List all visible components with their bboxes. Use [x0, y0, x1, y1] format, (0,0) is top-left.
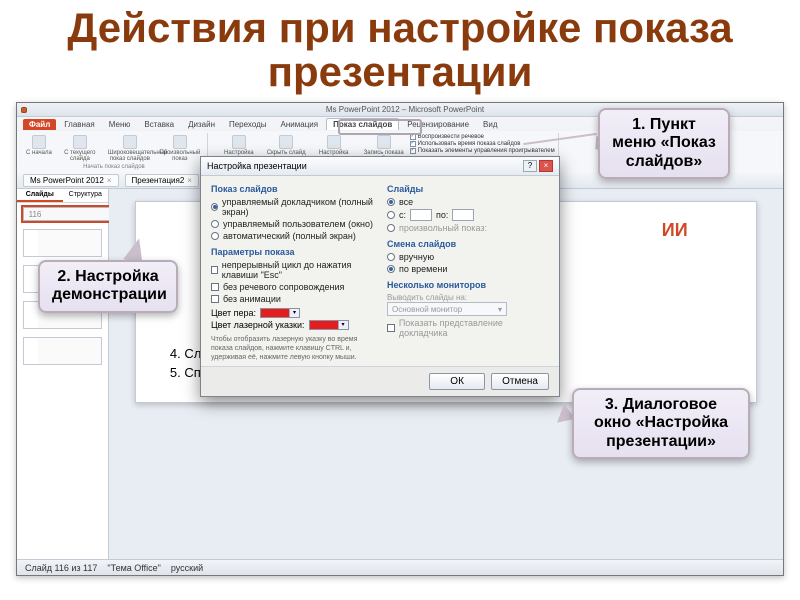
chevron-down-icon: ▾ [289, 309, 299, 317]
btn-from-beginning[interactable]: С начала [24, 134, 54, 164]
radio-all-slides[interactable]: все [387, 197, 549, 207]
tab-insert[interactable]: Вставка [138, 119, 180, 130]
slide-thumbnail[interactable] [23, 229, 102, 257]
btn-custom-show[interactable]: Произвольный показ [156, 134, 204, 164]
tab-menu[interactable]: Меню [103, 119, 137, 130]
chk-loop[interactable]: непрерывный цикл до нажатия клавиши "Esc… [211, 260, 373, 280]
close-icon[interactable]: × [107, 176, 112, 185]
group-start-label: Начать показ слайдов [83, 164, 145, 170]
titlebar-text: Ms PowerPoint 2012 – Microsoft PowerPoin… [326, 105, 484, 114]
radio-auto-full[interactable]: автоматический (полный экран) [211, 231, 373, 241]
tab-animation[interactable]: Анимация [275, 119, 325, 130]
chevron-down-icon: ▾ [338, 321, 348, 329]
chk-controls[interactable]: Показать элементы управления проигрывате… [410, 148, 555, 154]
group-show-options: Параметры показа [211, 247, 373, 257]
chk-presenter-view: Показать представление докладчика [387, 318, 549, 338]
chevron-down-icon: ▾ [498, 305, 502, 314]
tab-design[interactable]: Дизайн [182, 119, 221, 130]
tab-home[interactable]: Главная [58, 119, 100, 130]
broadcast-icon [123, 135, 137, 149]
group-advance: Смена слайдов [387, 239, 549, 249]
play-current-icon [73, 135, 87, 149]
play-icon [32, 135, 46, 149]
dialog-titlebar[interactable]: Настройка презентации ? × [201, 157, 559, 176]
close-icon[interactable]: × [539, 160, 553, 172]
dialog-title: Настройка презентации [207, 161, 307, 171]
pen-color-picker[interactable]: ▾ [260, 308, 300, 318]
doc-tab-2[interactable]: Презентация2× [125, 174, 199, 187]
radio-advance-timed[interactable]: по времени [387, 264, 549, 274]
record-icon [377, 135, 391, 149]
tab-view[interactable]: Вид [477, 119, 503, 130]
radio-range-slides[interactable]: с: по: [387, 209, 549, 221]
fineprint: Чтобы отобразить лазерную указку во врем… [211, 336, 373, 362]
group-show-type: Показ слайдов [211, 184, 373, 194]
radio-presenter-full[interactable]: управляемый докладчиком (полный экран) [211, 197, 373, 217]
timer-icon [327, 135, 341, 149]
side-tab-slides[interactable]: Слайды [17, 189, 63, 202]
status-slide-count: Слайд 116 из 117 [25, 563, 97, 573]
callout-3: 3. Диалоговое окно «Настройка презентаци… [572, 388, 750, 459]
highlight-slideshow-tab [338, 119, 422, 135]
status-bar: Слайд 116 из 117 "Тема Office" русский [17, 559, 783, 575]
laser-color-picker[interactable]: ▾ [309, 320, 349, 330]
status-language: русский [171, 563, 203, 573]
radio-user-window[interactable]: управляемый пользователем (окно) [211, 219, 373, 229]
doc-tab-1[interactable]: Ms PowerPoint 2012× [23, 174, 119, 187]
cancel-button[interactable]: Отмена [491, 373, 549, 390]
status-theme: "Тема Office" [107, 563, 160, 573]
spin-to[interactable] [452, 209, 474, 221]
slide-thumbnail[interactable] [23, 337, 102, 365]
btn-from-current[interactable]: С текущего слайда [56, 134, 104, 164]
label-laser-color: Цвет лазерной указки: [211, 320, 305, 330]
chk-narration[interactable]: Воспроизвести речевое [410, 134, 555, 140]
btn-broadcast[interactable]: Широковещательный показ слайдов [106, 134, 154, 164]
side-tab-outline[interactable]: Структура [63, 189, 109, 202]
tab-transitions[interactable]: Переходы [223, 119, 273, 130]
label-show-on: Выводить слайды на: [387, 293, 549, 302]
slide-panel: Слайды Структура 116 [17, 189, 109, 559]
label-pen-color: Цвет пера: [211, 308, 256, 318]
setup-dialog: Настройка презентации ? × Показ слайдов … [200, 156, 560, 397]
callout-2: 2. Настройка демонстрации [38, 260, 178, 313]
spin-from[interactable] [410, 209, 432, 221]
help-icon[interactable]: ? [523, 160, 537, 172]
chk-no-animation[interactable]: без анимации [211, 294, 373, 304]
setup-icon [232, 135, 246, 149]
page-title: Действия при настройке показа презентаци… [0, 0, 800, 102]
close-icon[interactable]: × [187, 176, 192, 185]
radio-advance-manual[interactable]: вручную [387, 252, 549, 262]
tab-file[interactable]: Файл [23, 119, 56, 130]
custom-show-icon [173, 135, 187, 149]
app-icon [21, 107, 27, 113]
callout-1: 1. Пункт меню «Показ слайдов» [598, 108, 730, 179]
monitor-select: Основной монитор▾ [387, 302, 507, 316]
chk-no-narration[interactable]: без речевого сопровождения [211, 282, 373, 292]
radio-custom-show: произвольный показ: [387, 223, 549, 233]
ok-button[interactable]: ОК [429, 373, 485, 390]
group-monitors: Несколько мониторов [387, 280, 549, 290]
hide-icon [279, 135, 293, 149]
group-slides: Слайды [387, 184, 549, 194]
